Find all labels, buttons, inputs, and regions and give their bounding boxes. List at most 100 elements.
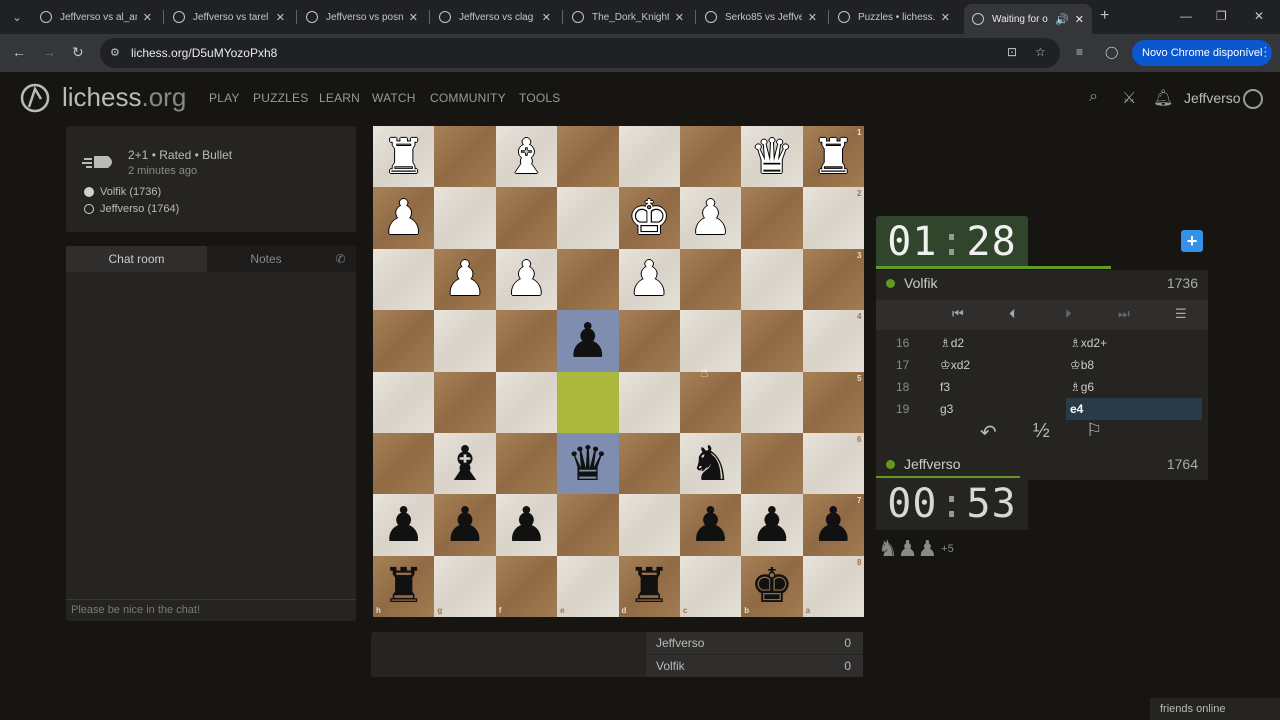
reload-icon[interactable]: ↻ <box>72 44 84 61</box>
square-h1[interactable]: ♜ <box>373 126 435 188</box>
address-bar[interactable]: ⚙ lichess.org/D5uMYozoPxh8 ⊡ ☆ <box>100 38 1060 68</box>
browser-tab[interactable]: The_Dork_Knight ✕ <box>564 4 692 30</box>
square-e6[interactable]: ♛ <box>557 432 619 495</box>
square-b6[interactable] <box>741 432 803 495</box>
username-menu[interactable]: Jeffverso <box>1184 90 1241 106</box>
chat-input[interactable]: Please be nice in the chat! <box>66 599 356 621</box>
square-c4[interactable] <box>679 310 742 372</box>
close-tab-icon[interactable]: ✕ <box>1075 13 1084 26</box>
last-move-icon[interactable]: ⏭ <box>1118 306 1130 322</box>
square-a2[interactable] <box>802 187 864 249</box>
site-info-icon[interactable]: ⚙ <box>110 46 120 59</box>
search-icon[interactable]: ⌕ <box>1089 88 1098 106</box>
nav-tools[interactable]: TOOLS <box>519 91 560 105</box>
square-d1[interactable] <box>618 126 680 188</box>
square-g2[interactable] <box>434 187 496 249</box>
square-g4[interactable] <box>434 310 496 372</box>
square-h3[interactable] <box>373 248 435 311</box>
black-knight-icon[interactable]: ♞ <box>689 440 732 488</box>
white-king-icon[interactable]: ♚ <box>628 194 671 242</box>
black-pawn-icon[interactable]: ♟ <box>382 501 425 549</box>
square-c6[interactable]: ♞ <box>679 432 742 495</box>
current-move[interactable]: e4 <box>1066 398 1202 420</box>
close-tab-icon[interactable]: ✕ <box>941 11 950 24</box>
square-d7[interactable] <box>618 494 680 556</box>
close-tab-icon[interactable]: ✕ <box>276 11 285 24</box>
black-pawn-icon[interactable]: ♟ <box>505 501 548 549</box>
user-avatar-icon[interactable] <box>1243 89 1263 109</box>
square-e4[interactable]: ♟ <box>557 310 619 372</box>
nav-learn[interactable]: LEARN <box>319 91 360 105</box>
white-queen-icon[interactable]: ♛ <box>750 133 793 181</box>
lichess-logo-icon[interactable] <box>19 81 51 113</box>
square-b1[interactable]: ♛ <box>741 126 803 188</box>
browser-tab[interactable]: Jeffverso vs posn ✕ <box>298 4 426 30</box>
takeback-icon[interactable]: ↶ <box>980 420 997 445</box>
square-f8[interactable] <box>495 555 558 617</box>
white-move[interactable]: ♔xd2 <box>936 358 1066 372</box>
minimize-icon[interactable]: — <box>1180 9 1192 23</box>
square-c3[interactable] <box>679 248 742 311</box>
next-move-icon[interactable]: ⏵ <box>1065 306 1072 322</box>
prev-move-icon[interactable]: ⏴ <box>1009 306 1016 322</box>
white-pawn-icon[interactable]: ♟ <box>444 255 487 303</box>
square-g1[interactable] <box>434 126 496 188</box>
friends-online-button[interactable]: friends online <box>1150 698 1280 720</box>
tab-search-icon[interactable]: ⌄ <box>6 6 28 28</box>
square-a4[interactable] <box>802 310 864 372</box>
back-icon[interactable]: ← <box>12 44 26 60</box>
browser-tab-active[interactable]: Waiting for o 🔊 ✕ <box>964 4 1092 34</box>
white-pawn-icon[interactable]: ♟ <box>505 255 548 303</box>
square-e3[interactable] <box>557 248 619 311</box>
square-c7[interactable]: ♟ <box>679 494 742 556</box>
square-g3[interactable]: ♟ <box>434 248 496 311</box>
site-logo[interactable]: lichess.org <box>62 82 186 113</box>
black-pawn-icon[interactable]: ♟ <box>750 501 793 549</box>
square-f4[interactable] <box>495 310 558 372</box>
close-tab-icon[interactable]: ✕ <box>143 11 152 24</box>
square-h4[interactable] <box>373 310 435 372</box>
browser-tab[interactable]: Puzzles • lichess. ✕ <box>830 4 958 30</box>
square-b4[interactable] <box>741 310 803 372</box>
chess-board[interactable]: ♜ ♝ ♛ ♜ ♟ ♚ ♟ ♟ ♟ ♟ ♟ ♝ ♛ ♞ ♟ ♟ ♟ ♟ ♟ ♟ ♜ ♜ ♚ 1 2 3 4 5 6 7 8 h g f e d c b a <box>373 126 864 617</box>
nav-watch[interactable]: WATCH <box>372 91 416 105</box>
white-move[interactable]: ♗d2 <box>936 336 1066 350</box>
first-move-icon[interactable]: ⏮ <box>952 306 964 322</box>
opponent-name[interactable]: Volfik <box>904 275 937 291</box>
square-a8[interactable] <box>802 555 864 617</box>
black-bishop-icon[interactable]: ♝ <box>444 440 487 488</box>
browser-tab[interactable]: Jeffverso vs tarel ✕ <box>165 4 293 30</box>
square-a3[interactable] <box>802 248 864 311</box>
add-time-icon[interactable]: + <box>1181 230 1203 252</box>
square-b5[interactable] <box>741 371 803 433</box>
black-rook-icon[interactable]: ♜ <box>628 562 671 610</box>
tab-notes[interactable]: Notes <box>207 246 325 272</box>
black-king-icon[interactable]: ♚ <box>750 562 793 610</box>
score-player-name[interactable]: Volfik <box>656 659 685 673</box>
white-rook-icon[interactable]: ♜ <box>812 133 855 181</box>
white-bishop-icon[interactable]: ♝ <box>505 133 548 181</box>
white-player-line[interactable]: Volfik (1736) <box>84 186 161 198</box>
white-move[interactable]: f3 <box>936 380 1066 394</box>
square-f2[interactable] <box>495 187 558 249</box>
black-move[interactable]: ♗g6 <box>1066 376 1202 398</box>
square-g5[interactable] <box>434 371 496 433</box>
white-rook-icon[interactable]: ♜ <box>382 133 425 181</box>
square-d5[interactable] <box>618 371 680 433</box>
square-f1[interactable]: ♝ <box>495 126 558 188</box>
black-move[interactable]: ♔b8 <box>1066 354 1202 376</box>
square-f3[interactable]: ♟ <box>495 248 558 311</box>
me-name[interactable]: Jeffverso <box>904 456 961 472</box>
square-e2[interactable] <box>557 187 619 249</box>
square-a5[interactable] <box>802 371 864 433</box>
black-pawn-icon[interactable]: ♟ <box>812 501 855 549</box>
close-tab-icon[interactable]: ✕ <box>542 11 551 24</box>
restore-icon[interactable]: ❐ <box>1216 9 1227 23</box>
white-pawn-icon[interactable]: ♟ <box>689 194 732 242</box>
black-queen-icon[interactable]: ♛ <box>566 440 609 488</box>
offer-draw-button[interactable]: ½ <box>1033 420 1050 443</box>
square-d6[interactable] <box>618 432 680 495</box>
square-h2[interactable]: ♟ <box>373 187 435 249</box>
forward-icon[interactable]: → <box>42 44 56 60</box>
menu-icon[interactable]: ☰ <box>1175 306 1187 322</box>
